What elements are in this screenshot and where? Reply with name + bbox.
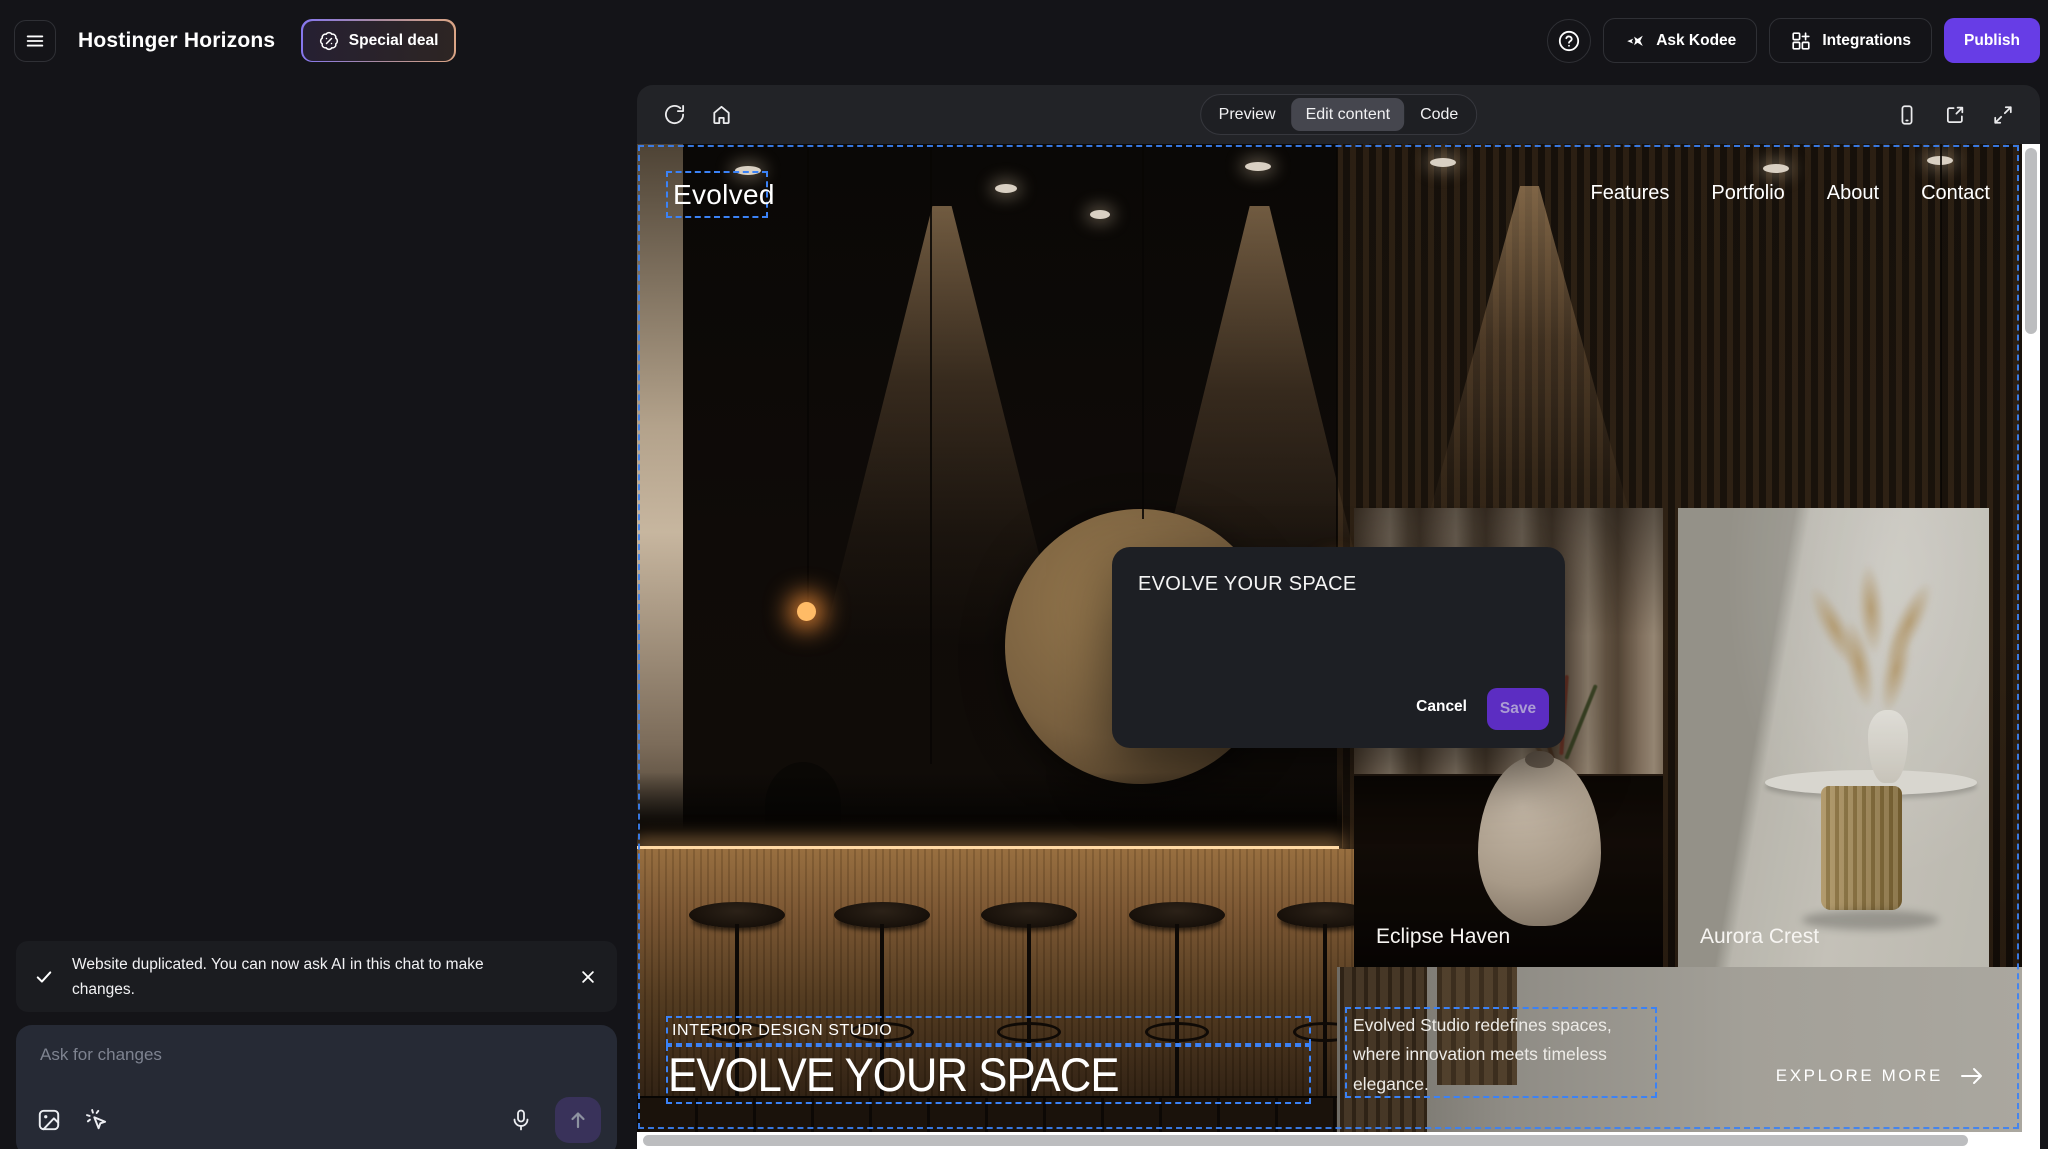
check-icon: [34, 967, 54, 987]
mobile-icon: [1896, 104, 1918, 126]
view-mode-tabs: Preview Edit content Code: [1200, 94, 1478, 135]
site-logo: Evolved: [673, 179, 775, 211]
nav-link-contact[interactable]: Contact: [1921, 182, 1990, 205]
menu-button[interactable]: [14, 20, 56, 62]
preview-toolbar: Preview Edit content Code: [637, 85, 2040, 144]
tab-edit-content[interactable]: Edit content: [1292, 98, 1405, 131]
mic-button[interactable]: [509, 1108, 533, 1132]
home-icon: [710, 103, 733, 126]
headline-selection[interactable]: EVOLVE YOUR SPACE: [666, 1045, 1311, 1104]
notification-close-button[interactable]: [579, 968, 597, 986]
refresh-icon: [663, 103, 686, 126]
horizontal-scrollbar-thumb[interactable]: [643, 1135, 1968, 1146]
site-logo-selection[interactable]: Evolved: [666, 171, 768, 218]
special-deal-label: Special deal: [349, 32, 439, 50]
card-aurora-crest[interactable]: Aurora Crest: [1678, 508, 1989, 967]
nav-link-portfolio[interactable]: Portfolio: [1711, 182, 1784, 205]
notification-toast: Website duplicated. You can now ask AI i…: [16, 941, 617, 1012]
nav-link-features[interactable]: Features: [1590, 182, 1669, 205]
chat-input-field[interactable]: [40, 1045, 593, 1089]
edit-text-dialog: EVOLVE YOUR SPACE Cancel Save: [1112, 547, 1565, 748]
app-header: Hostinger Horizons Special deal Ask Kode…: [0, 0, 2048, 81]
help-icon: [1557, 29, 1581, 53]
integrations-icon: [1790, 30, 1812, 52]
attach-image-button[interactable]: [36, 1107, 62, 1133]
site-viewport: Eclipse Haven Aurora Crest Evolved: [637, 144, 2022, 1132]
integrations-button[interactable]: Integrations: [1769, 18, 1932, 63]
vertical-scrollbar[interactable]: [2022, 144, 2040, 1132]
description-selection[interactable]: Evolved Studio redefines spaces, where i…: [1345, 1007, 1657, 1098]
explore-more-link[interactable]: EXPLORE MORE: [1776, 1065, 1985, 1087]
app-root: Hostinger Horizons Special deal Ask Kode…: [0, 0, 2048, 1149]
horizontal-scrollbar[interactable]: [637, 1132, 2040, 1149]
image-icon: [36, 1107, 62, 1133]
publish-button[interactable]: Publish: [1944, 18, 2040, 63]
ask-kodee-label: Ask Kodee: [1656, 32, 1736, 50]
badge-percent-icon: [319, 31, 339, 51]
notification-text: Website duplicated. You can now ask AI i…: [72, 952, 502, 1002]
menu-icon: [24, 30, 46, 52]
site-eyebrow: INTERIOR DESIGN STUDIO: [672, 1022, 892, 1040]
site-description: Evolved Studio redefines spaces, where i…: [1353, 1011, 1649, 1099]
vertical-scrollbar-thumb[interactable]: [2025, 148, 2037, 334]
help-button[interactable]: [1547, 19, 1591, 63]
mic-icon: [509, 1108, 533, 1132]
select-element-button[interactable]: [84, 1107, 110, 1133]
fullscreen-icon: [1992, 104, 2014, 126]
cursor-click-icon: [84, 1107, 110, 1133]
eyebrow-selection[interactable]: INTERIOR DESIGN STUDIO: [666, 1016, 1311, 1045]
app-title: Hostinger Horizons: [78, 29, 275, 53]
explore-more-label: EXPLORE MORE: [1776, 1066, 1943, 1086]
open-external-button[interactable]: [1944, 104, 1966, 126]
mobile-view-button[interactable]: [1896, 104, 1918, 126]
chat-input-card: [16, 1025, 617, 1149]
fullscreen-button[interactable]: [1992, 104, 2014, 126]
arrow-right-icon: [1959, 1065, 1985, 1087]
cancel-button[interactable]: Cancel: [1416, 698, 1467, 716]
card-title: Eclipse Haven: [1376, 925, 1510, 949]
home-button[interactable]: [710, 103, 733, 126]
save-button[interactable]: Save: [1487, 688, 1549, 730]
ask-kodee-button[interactable]: Ask Kodee: [1603, 18, 1757, 63]
integrations-label: Integrations: [1822, 32, 1911, 50]
site-headline: EVOLVE YOUR SPACE: [668, 1047, 1119, 1102]
close-icon: [579, 968, 597, 986]
special-deal-badge[interactable]: Special deal: [301, 19, 456, 62]
send-arrow-icon: [566, 1108, 590, 1132]
refresh-button[interactable]: [663, 103, 686, 126]
pendant-light: [807, 144, 809, 602]
open-external-icon: [1944, 104, 1966, 126]
edit-text-field[interactable]: EVOLVE YOUR SPACE: [1138, 573, 1539, 596]
site-nav: Features Portfolio About Contact: [1590, 182, 1990, 205]
tab-code[interactable]: Code: [1406, 98, 1472, 131]
nav-link-about[interactable]: About: [1827, 182, 1879, 205]
send-button[interactable]: [555, 1097, 601, 1143]
card-title: Aurora Crest: [1700, 925, 1819, 949]
kodee-icon: [1624, 30, 1646, 52]
tab-preview[interactable]: Preview: [1205, 98, 1290, 131]
preview-window: Preview Edit content Code: [637, 85, 2040, 1149]
